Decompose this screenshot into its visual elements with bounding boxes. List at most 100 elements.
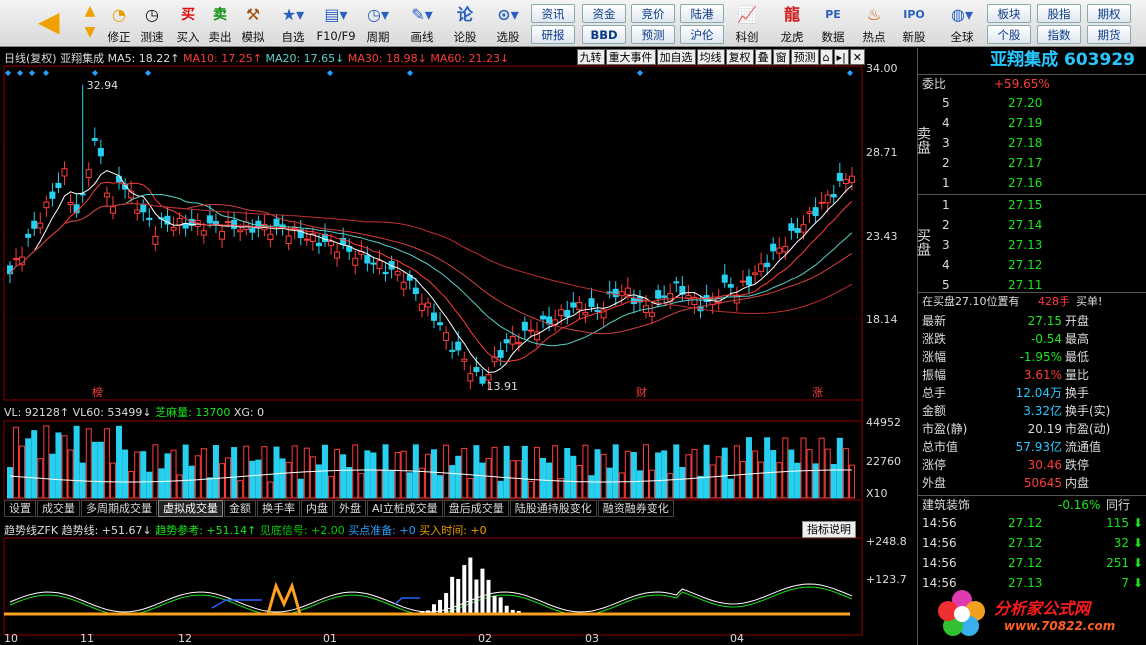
chart-area[interactable]: 日线(复权) 亚翔集成 MA5: 18.22↑ MA10: 17.25↑ MA2… [0, 48, 917, 645]
low-price-label: 13.91 [486, 380, 518, 393]
toolbar-f10[interactable]: ▤▾ F10/F9 [316, 2, 356, 46]
volume-bar [582, 444, 589, 499]
toolbar-buy[interactable]: 买买入 [173, 2, 203, 46]
volume-bar [279, 458, 286, 499]
volume-y-label: 44952 [866, 416, 901, 429]
toolbar-global[interactable]: ◍▾ 全球 [942, 2, 982, 46]
volume-bar [19, 445, 26, 499]
indicator-tab[interactable]: 融资融券变化 [597, 500, 674, 517]
indicator-tab[interactable]: 虚拟成交量 [158, 500, 223, 517]
button-index-futures[interactable]: 股指 [1037, 4, 1081, 23]
pe-icon: PE [825, 8, 841, 21]
dragon-icon: 龍 [783, 5, 800, 24]
signal-bar [492, 595, 497, 614]
down-arrow-icon: ⬇ [1132, 556, 1143, 570]
candle-body [479, 376, 486, 384]
button-stocks[interactable]: 个股 [987, 25, 1031, 44]
candle-body [103, 192, 110, 198]
stat-row: 金额 3.32亿 换手(实) [918, 402, 1146, 420]
bids-row[interactable]: 4 27.12 [918, 256, 1146, 274]
toolbar-sell[interactable]: 卖卖出 [205, 2, 235, 46]
down-arrow-icon[interactable]: ▼ [80, 24, 100, 42]
sector-change: -0.16% [1058, 498, 1101, 512]
candle-body [685, 295, 692, 299]
indicator-tab[interactable]: 金额 [224, 500, 256, 517]
button-shanghai-london[interactable]: 沪伦 [680, 25, 724, 44]
toolbar-forum[interactable]: 论论股 [450, 2, 480, 46]
indicator-tab[interactable]: 盘后成交量 [443, 500, 509, 517]
level: 4 [942, 116, 950, 130]
button-indices[interactable]: 指数 [1037, 25, 1081, 44]
stock-title: 亚翔集成 603929 [990, 50, 1135, 70]
sector-name: 建筑装饰 [922, 498, 971, 512]
tick-time: 14:56 [922, 556, 957, 570]
indicator-title[interactable]: 趋势线ZFK [4, 524, 58, 537]
button-futures[interactable]: 期货 [1087, 25, 1131, 44]
stat-value: 3.61% [1023, 368, 1062, 382]
indicator-tab[interactable]: 换手率 [257, 500, 300, 517]
stat-value: 3.32亿 [1023, 404, 1062, 418]
asks-row[interactable]: 1 27.16 [918, 174, 1146, 192]
indicator-tab[interactable]: 多周期成交量 [81, 500, 157, 517]
candle-body [455, 341, 462, 351]
volume-bar [394, 452, 401, 499]
candle-body [285, 235, 292, 244]
volume-bar [219, 463, 225, 499]
toolbar-ipo[interactable]: IPO 新股 [897, 2, 931, 46]
bids-row[interactable]: 1 27.15 [918, 196, 1146, 214]
button-sector[interactable]: 板块 [987, 4, 1031, 23]
indicator-tab[interactable]: 设置 [4, 500, 36, 517]
button-news[interactable]: 资讯 [531, 4, 575, 23]
asks-row[interactable]: 5 27.20 [918, 94, 1146, 112]
asks-row[interactable]: 3 27.18 [918, 134, 1146, 152]
bids-row[interactable]: 3 27.13 [918, 236, 1146, 254]
volume-bar [370, 452, 377, 499]
toolbar-period[interactable]: ◷▾ 周期 [360, 2, 396, 46]
up-arrow-icon[interactable]: ▲ [80, 3, 100, 21]
button-hk-connect[interactable]: 陆港 [680, 4, 724, 23]
sector-row[interactable]: 建筑装饰 -0.16% 同行 [918, 495, 1146, 513]
toolbar-refresh[interactable]: ◔ 修正 [104, 2, 134, 46]
volume-bar [443, 444, 450, 499]
stat-row: 总市值 57.93亿 流通值 [918, 438, 1146, 456]
indicator-tab[interactable]: 陆股通持股变化 [509, 500, 597, 517]
button-options[interactable]: 期权 [1087, 4, 1131, 23]
toolbar-simulate[interactable]: ⚒ 模拟 [238, 2, 268, 46]
volume-bar [255, 459, 262, 499]
indicator-tab[interactable]: AI立桩成交量 [367, 500, 443, 517]
x-axis-label: 04 [730, 632, 744, 645]
diamond-icon [847, 70, 853, 76]
toolbar-hot[interactable]: ♨ 热点 [857, 2, 891, 46]
time-label: 买入时间: +0 [419, 524, 487, 537]
volume-y-label: 22760 [866, 455, 901, 468]
button-bbd[interactable]: BBD [582, 25, 626, 44]
candle-body [31, 220, 38, 229]
toolbar-draw[interactable]: ✎▾ 画线 [404, 2, 440, 46]
button-research[interactable]: 研报 [531, 25, 575, 44]
toolbar-dragon[interactable]: 龍龙虎 [775, 2, 809, 46]
toolbar-data[interactable]: PE 数据 [816, 2, 850, 46]
asks-row[interactable]: 4 27.19 [918, 114, 1146, 132]
toolbar-watchlist[interactable]: ★▾ 自选 [276, 2, 310, 46]
button-auction[interactable]: 竞价 [631, 4, 675, 23]
button-funds[interactable]: 资金 [582, 4, 626, 23]
volume-bar [788, 449, 795, 499]
candle-body [727, 284, 734, 288]
bids-row[interactable]: 2 27.14 [918, 216, 1146, 234]
volume-bar [521, 445, 528, 499]
volume-bar [485, 457, 492, 499]
sector-tab[interactable]: 同行 [1106, 496, 1130, 514]
toolbar-speed[interactable]: ◷ 测速 [137, 2, 167, 46]
candle-body [140, 203, 147, 213]
toolbar-screener[interactable]: ⊙▾ 选股 [490, 2, 526, 46]
indicator-tab[interactable]: 成交量 [37, 500, 80, 517]
indicator-tab[interactable]: 外盘 [334, 500, 366, 517]
toolbar-sci[interactable]: 📈 科创 [730, 2, 764, 46]
indicator-tab[interactable]: 内盘 [301, 500, 333, 517]
indicator-help-button[interactable]: 指标说明 [802, 521, 856, 538]
candle-body [624, 287, 631, 296]
asks-row[interactable]: 2 27.17 [918, 154, 1146, 172]
back-arrow-icon[interactable]: ◀ [38, 6, 68, 38]
button-forecast[interactable]: 预测 [631, 25, 675, 44]
volume-bar [752, 450, 759, 499]
